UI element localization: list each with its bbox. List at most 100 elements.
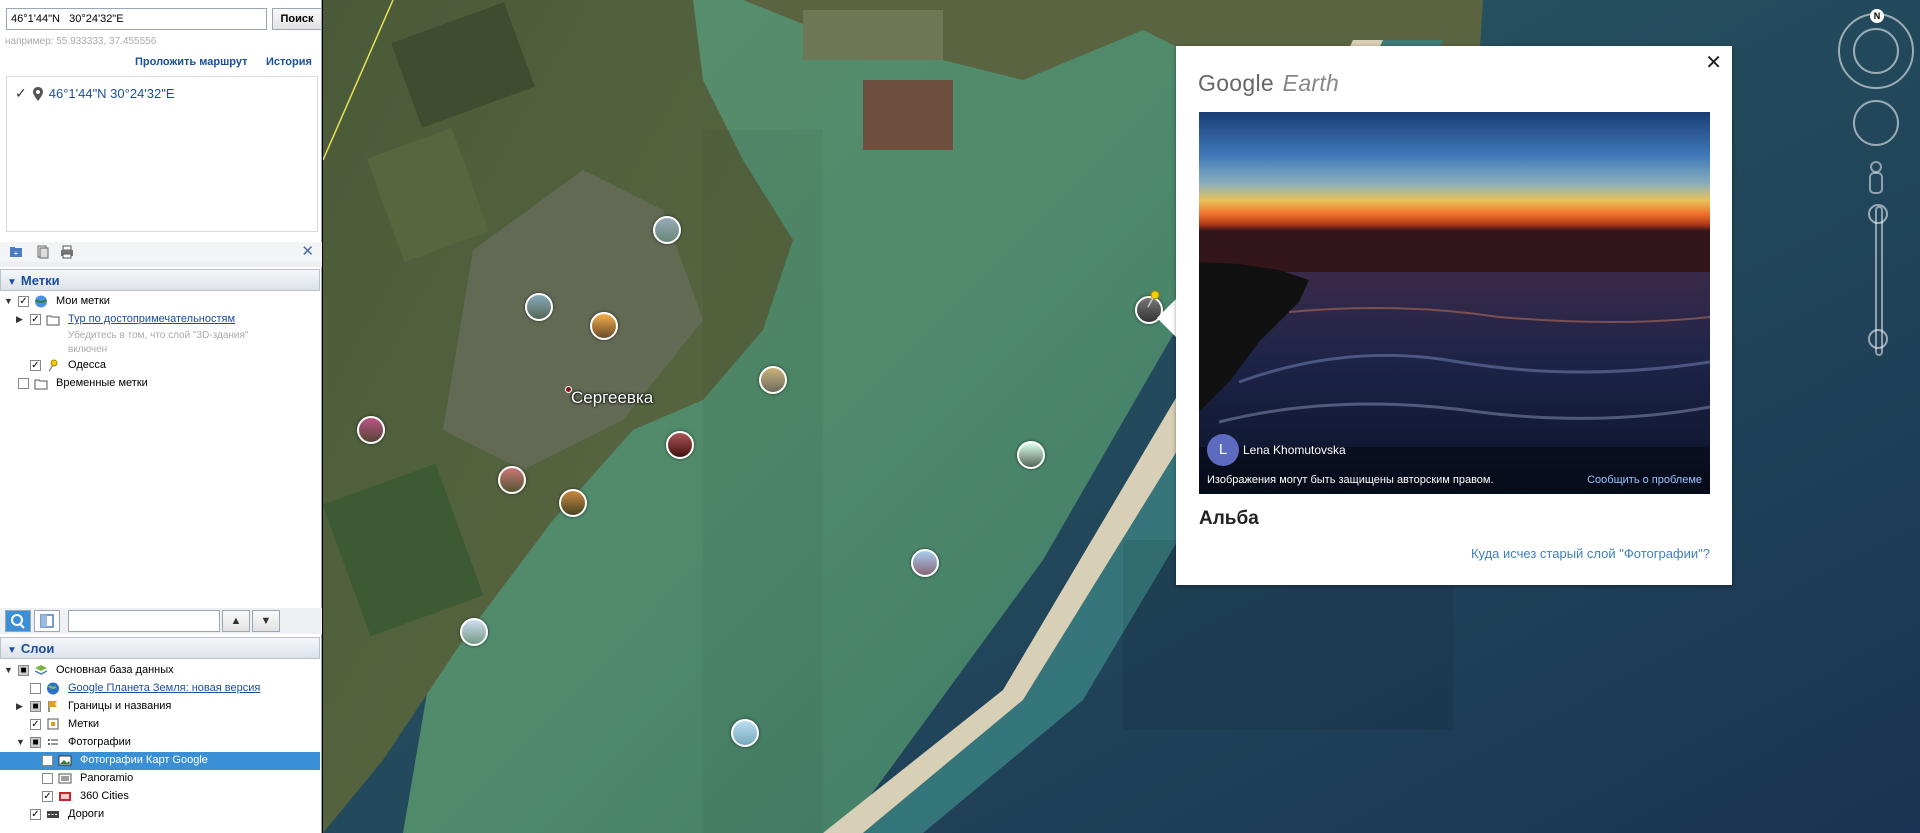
photo-pin[interactable] bbox=[498, 466, 526, 494]
places-tree: ▼ ✓ Мои метки ▶ ✓ Тур по достопримечател… bbox=[0, 293, 320, 393]
tree-item-my-places[interactable]: ▼ ✓ Мои метки bbox=[0, 293, 320, 311]
close-icon[interactable]: ✕ bbox=[1705, 50, 1722, 75]
pin-icon bbox=[32, 86, 43, 101]
photo-pin[interactable] bbox=[1017, 441, 1045, 469]
layers-tree: ▼ ■ Основная база данных Google Планета … bbox=[0, 662, 320, 824]
globe-icon bbox=[35, 295, 47, 308]
folder-icon bbox=[34, 379, 48, 390]
tile-seam bbox=[703, 130, 823, 833]
town-label[interactable]: Сергеевка bbox=[571, 388, 653, 408]
checkbox[interactable]: ✓ bbox=[18, 296, 29, 307]
photo-pin[interactable] bbox=[525, 293, 553, 321]
tree-item-photos[interactable]: ▼ ■ Фотографии bbox=[0, 734, 320, 752]
zoom-in-button[interactable] bbox=[1868, 204, 1888, 224]
search-hint: например: 55.933333, 37.455556 bbox=[5, 36, 157, 47]
layers-filter-input[interactable] bbox=[68, 610, 220, 632]
checkbox[interactable]: ■ bbox=[18, 665, 29, 676]
photo-pin[interactable] bbox=[759, 366, 787, 394]
collapse-triangle-icon: ▼ bbox=[7, 277, 17, 288]
svg-text:+: + bbox=[14, 249, 19, 258]
move-joystick[interactable] bbox=[1853, 100, 1899, 146]
photo-pin[interactable] bbox=[731, 719, 759, 747]
expand-arrow-icon[interactable]: ▼ bbox=[16, 737, 25, 747]
photo-pin[interactable] bbox=[911, 549, 939, 577]
tree-item-roads[interactable]: ✓ Дороги bbox=[0, 806, 320, 824]
old-photos-layer-link[interactable]: Куда исчез старый слой "Фотографии"? bbox=[1471, 546, 1710, 561]
print-icon[interactable] bbox=[60, 245, 74, 259]
earth-icon bbox=[47, 682, 59, 695]
view-toggle-button[interactable] bbox=[34, 610, 60, 632]
expand-arrow-icon[interactable]: ▶ bbox=[16, 701, 23, 712]
route-link[interactable]: Проложить маршрут bbox=[135, 56, 247, 68]
tree-item-new-version[interactable]: Google Планета Земля: новая версия bbox=[0, 680, 320, 698]
magnifier-icon bbox=[11, 614, 25, 629]
tree-item-tour[interactable]: ▶ ✓ Тур по достопримечательностям bbox=[0, 311, 320, 329]
search-layers-button[interactable] bbox=[5, 610, 31, 632]
expand-arrow-icon[interactable]: ▶ bbox=[16, 314, 23, 325]
search-result-label: 46°1'44"N 30°24'32"E bbox=[48, 86, 175, 101]
photo-pin[interactable] bbox=[357, 416, 385, 444]
checkbox[interactable]: ✓ bbox=[30, 314, 41, 325]
photo-pin[interactable] bbox=[460, 618, 488, 646]
place-title: Альба bbox=[1199, 508, 1259, 529]
photo-pin[interactable] bbox=[590, 312, 618, 340]
info-balloon: ✕ Google Earth L Lena Khomutovska Изобра… bbox=[1176, 46, 1732, 585]
field-patch bbox=[803, 10, 943, 60]
expand-arrow-icon[interactable]: ▼ bbox=[4, 296, 13, 306]
photo-pin[interactable] bbox=[666, 431, 694, 459]
tree-item-360cities[interactable]: ✓ 360 Cities bbox=[0, 788, 320, 806]
checkbox[interactable] bbox=[18, 378, 29, 389]
checkbox[interactable]: ✓ bbox=[42, 791, 53, 802]
look-joystick[interactable] bbox=[1853, 28, 1899, 74]
expand-arrow-icon[interactable]: ▼ bbox=[4, 665, 13, 675]
zoom-out-button[interactable] bbox=[1868, 329, 1888, 349]
tree-item-placemarks[interactable]: ✓ Метки bbox=[0, 716, 320, 734]
copy-icon[interactable] bbox=[35, 245, 49, 259]
search-button[interactable]: Поиск bbox=[272, 8, 322, 30]
history-link[interactable]: История bbox=[266, 56, 312, 68]
balloon-pointer bbox=[1157, 298, 1177, 338]
cities360-icon bbox=[59, 792, 71, 801]
layers-header[interactable]: ▼ Слои bbox=[0, 637, 320, 659]
checkbox[interactable] bbox=[42, 773, 53, 784]
photo-icon bbox=[58, 755, 72, 766]
tree-item-gmaps-photos[interactable]: ✓ Фотографии Карт Google bbox=[0, 752, 320, 770]
checkbox[interactable]: ✓ bbox=[42, 755, 53, 766]
photo-pin[interactable] bbox=[559, 489, 587, 517]
report-problem-link[interactable]: Сообщить о проблеме bbox=[1587, 474, 1702, 486]
layers-stack-icon bbox=[34, 665, 48, 675]
flag-icon bbox=[48, 701, 57, 712]
google-earth-logo: Google Earth bbox=[1198, 70, 1340, 96]
checkbox[interactable]: ✓ bbox=[30, 719, 41, 730]
splitter[interactable] bbox=[0, 262, 322, 267]
checkbox[interactable]: ■ bbox=[30, 737, 41, 748]
tree-item-temp-places[interactable]: Временные метки bbox=[0, 375, 320, 393]
tree-item-borders[interactable]: ▶ ■ Границы и названия bbox=[0, 698, 320, 716]
road-icon bbox=[47, 811, 59, 818]
checkbox[interactable]: ■ bbox=[30, 701, 41, 712]
placemark-square-icon bbox=[47, 718, 59, 730]
author-name[interactable]: Lena Khomutovska bbox=[1243, 443, 1346, 457]
tree-item-panoramio[interactable]: Panoramio bbox=[0, 770, 320, 788]
photo[interactable]: L Lena Khomutovska Изображения могут быт… bbox=[1199, 112, 1710, 494]
search-input[interactable] bbox=[6, 8, 267, 30]
arrow-up-button[interactable]: ▲ bbox=[222, 610, 250, 632]
pegman-icon[interactable] bbox=[1865, 160, 1887, 198]
list-icon bbox=[48, 739, 58, 745]
check-icon: ✓ bbox=[15, 85, 27, 101]
search-results: ✓ 46°1'44"N 30°24'32"E bbox=[6, 76, 318, 232]
checkbox[interactable]: ✓ bbox=[30, 809, 41, 820]
tree-item-odessa[interactable]: ✓ Одесса bbox=[0, 357, 320, 375]
checkbox[interactable]: ✓ bbox=[30, 360, 41, 371]
add-folder-icon[interactable]: + bbox=[9, 245, 23, 259]
photo-pin[interactable] bbox=[653, 216, 681, 244]
search-result-item[interactable]: ✓ 46°1'44"N 30°24'32"E bbox=[15, 85, 175, 102]
tree-item-primary-db[interactable]: ▼ ■ Основная база данных bbox=[0, 662, 320, 680]
arrow-down-button[interactable]: ▼ bbox=[252, 610, 280, 632]
checkbox[interactable] bbox=[30, 683, 41, 694]
close-panel-icon[interactable]: ✕ bbox=[301, 242, 314, 260]
north-indicator[interactable]: N bbox=[1870, 9, 1884, 23]
field-patch bbox=[863, 80, 953, 150]
places-header[interactable]: ▼ Метки bbox=[0, 269, 320, 291]
avatar[interactable]: L bbox=[1207, 434, 1239, 466]
